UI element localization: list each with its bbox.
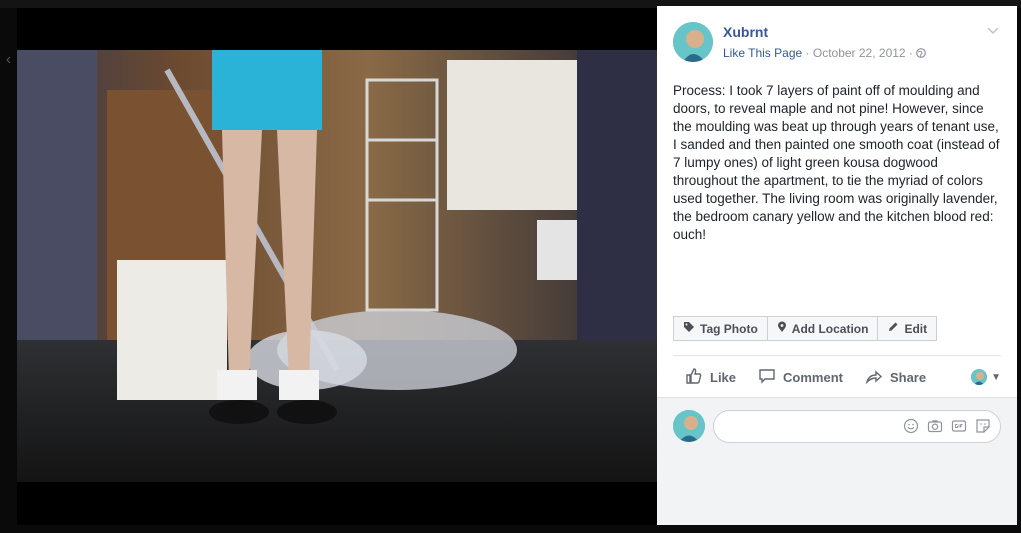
add-location-button[interactable]: Add Location bbox=[767, 316, 879, 341]
globe-icon bbox=[916, 46, 927, 60]
commenter-avatar bbox=[673, 410, 705, 442]
thumbs-up-icon bbox=[685, 367, 703, 388]
previous-photo-arrow-icon[interactable]: ‹ bbox=[0, 40, 17, 80]
share-arrow-icon bbox=[865, 367, 883, 388]
edit-label: Edit bbox=[904, 321, 928, 336]
comment-button[interactable]: Comment bbox=[758, 367, 843, 388]
post-text: Process: I took 7 layers of paint off of… bbox=[673, 83, 1000, 242]
comment-input[interactable] bbox=[713, 410, 1001, 443]
pencil-icon bbox=[887, 321, 899, 336]
author-avatar[interactable] bbox=[673, 22, 713, 62]
actions-divider bbox=[673, 355, 1001, 356]
add-location-label: Add Location bbox=[791, 321, 869, 336]
meta-separator-2: · bbox=[908, 46, 913, 60]
tag-photo-label: Tag Photo bbox=[700, 321, 758, 336]
location-pin-icon bbox=[777, 321, 787, 336]
edit-button[interactable]: Edit bbox=[878, 316, 938, 341]
author-name[interactable]: Xubrnt bbox=[723, 24, 768, 40]
comment-composer bbox=[657, 397, 1017, 525]
tag-photo-button[interactable]: Tag Photo bbox=[673, 316, 768, 341]
like-page-link[interactable]: Like This Page bbox=[723, 46, 802, 60]
post-meta: Like This Page · October 22, 2012 · bbox=[723, 46, 927, 60]
photo-viewer[interactable] bbox=[17, 8, 657, 525]
camera-icon[interactable] bbox=[926, 418, 944, 436]
post-date[interactable]: October 22, 2012 bbox=[813, 46, 906, 60]
comment-label: Comment bbox=[783, 369, 843, 385]
post-photo[interactable] bbox=[17, 50, 657, 482]
post-side-panel: Xubrnt Like This Page · October 22, 2012… bbox=[657, 6, 1017, 525]
like-label: Like bbox=[710, 369, 737, 385]
post-actions: Like Comment Share ▼ bbox=[673, 362, 1001, 392]
reaction-identity-selector[interactable]: ▼ bbox=[971, 369, 1001, 385]
like-button[interactable]: Like bbox=[685, 367, 736, 388]
emoji-icon[interactable] bbox=[902, 418, 920, 436]
meta-separator: · bbox=[805, 46, 810, 60]
tag-icon bbox=[683, 321, 695, 336]
sticker-icon[interactable] bbox=[974, 418, 992, 436]
share-label: Share bbox=[889, 369, 927, 385]
photo-tag-bar: Tag Photo Add Location Edit bbox=[673, 316, 938, 341]
caret-down-icon: ▼ bbox=[991, 371, 1001, 383]
chevron-down-icon[interactable] bbox=[987, 24, 999, 38]
comment-input-icons bbox=[902, 418, 992, 436]
share-button[interactable]: Share bbox=[865, 367, 926, 388]
reactor-avatar bbox=[971, 369, 988, 385]
gif-icon[interactable] bbox=[950, 418, 968, 436]
speech-bubble-icon bbox=[758, 367, 776, 388]
